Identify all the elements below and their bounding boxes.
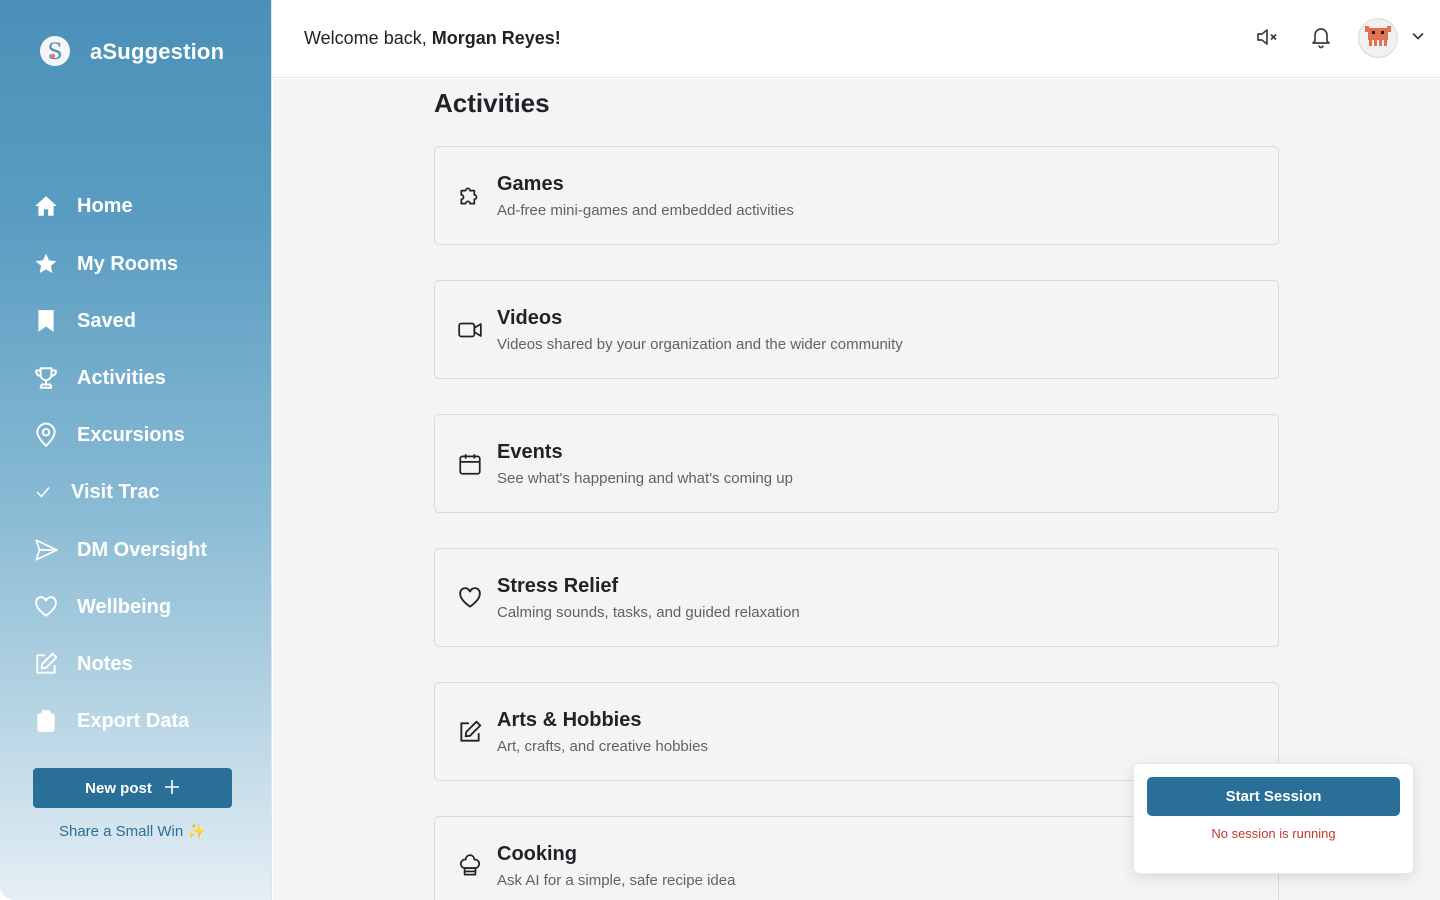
sidebar-item-export-data[interactable]: Export Data (33, 706, 189, 736)
card-title: Arts & Hobbies (497, 709, 642, 731)
sidebar-item-label: DM Oversight (77, 538, 208, 561)
app-name: aSuggestion (90, 39, 225, 64)
share-small-win-link[interactable]: Share a Small Win ✨ (0, 822, 265, 840)
bookmark-icon (33, 308, 59, 334)
svg-text:S: S (47, 40, 62, 65)
new-post-button[interactable]: New post (33, 768, 232, 808)
sidebar-item-label: Notes (77, 652, 133, 675)
new-post-label: New post (85, 779, 152, 797)
sidebar-item-saved[interactable]: Saved (33, 306, 136, 336)
sidebar-item-label: Wellbeing (77, 595, 172, 618)
card-title: Stress Relief (497, 575, 619, 597)
home-icon (33, 193, 59, 219)
account-menu-toggle[interactable] (1408, 26, 1428, 50)
activity-card-stress-relief[interactable]: Stress Relief Calming sounds, tasks, and… (434, 548, 1279, 647)
card-title: Videos (497, 307, 563, 329)
session-status: No session is running (1211, 826, 1336, 841)
card-title: Cooking (497, 843, 577, 865)
card-description: Ad-free mini-games and embedded activiti… (497, 202, 794, 219)
activity-card-videos[interactable]: Videos Videos shared by your organizatio… (434, 280, 1279, 379)
page-title: Activities (434, 88, 550, 118)
sidebar-item-excursions[interactable]: Excursions (33, 420, 185, 450)
heart-icon (457, 585, 483, 611)
session-panel: Start Session No session is running (1133, 763, 1414, 874)
start-session-button[interactable]: Start Session (1147, 777, 1400, 816)
trophy-icon (33, 365, 59, 391)
star-icon (33, 251, 59, 277)
pencil-icon (457, 719, 483, 745)
card-title: Events (497, 441, 563, 463)
check-icon (33, 479, 53, 505)
puzzle-icon (457, 183, 483, 209)
chef-hat-icon (457, 853, 483, 879)
sidebar-item-label: Export Data (77, 709, 190, 732)
mute-button[interactable] (1252, 24, 1282, 54)
sidebar-item-visit-trac[interactable]: Visit Trac (33, 477, 160, 507)
sidebar: S aSuggestion Home My Rooms Saved Activi… (0, 0, 272, 900)
sidebar-item-dm-oversight[interactable]: DM Oversight (33, 535, 207, 565)
app-logo-icon: S (36, 33, 74, 71)
card-description: Calming sounds, tasks, and guided relaxa… (497, 604, 800, 621)
sidebar-item-wellbeing[interactable]: Wellbeing (33, 592, 171, 622)
plus-icon (164, 777, 180, 799)
bell-icon (1309, 25, 1333, 54)
card-title: Games (497, 173, 564, 195)
volume-mute-icon (1255, 25, 1279, 54)
sidebar-item-label: Visit Trac (71, 480, 160, 503)
brand[interactable]: S aSuggestion (36, 33, 224, 71)
sidebar-item-label: Excursions (77, 423, 185, 446)
sidebar-item-notes[interactable]: Notes (33, 649, 133, 679)
sidebar-item-label: My Rooms (77, 252, 179, 275)
card-description: Art, crafts, and creative hobbies (497, 738, 708, 755)
heart-icon (33, 594, 59, 620)
sidebar-item-label: Activities (77, 366, 166, 389)
video-icon (457, 317, 483, 343)
sidebar-item-label: Saved (77, 309, 136, 332)
card-description: Videos shared by your organization and t… (497, 336, 903, 353)
sidebar-item-home[interactable]: Home (33, 191, 133, 221)
activity-card-games[interactable]: Games Ad-free mini-games and embedded ac… (434, 146, 1279, 245)
welcome-message: Welcome back, Morgan Reyes! (304, 28, 561, 49)
notifications-button[interactable] (1306, 24, 1336, 54)
edit-icon (33, 651, 59, 677)
activity-card-events[interactable]: Events See what's happening and what's c… (434, 414, 1279, 513)
sidebar-item-label: Home (77, 194, 133, 217)
top-bar: Welcome back, Morgan Reyes! (272, 0, 1440, 78)
chevron-down-icon (1410, 28, 1426, 49)
crab-avatar-icon (1363, 23, 1393, 54)
avatar[interactable] (1358, 18, 1398, 58)
welcome-prefix: Welcome back, (304, 28, 432, 48)
send-icon (33, 537, 59, 563)
card-description: Ask AI for a simple, safe recipe idea (497, 872, 736, 889)
sidebar-item-my-rooms[interactable]: My Rooms (33, 249, 178, 279)
card-description: See what's happening and what's coming u… (497, 470, 793, 487)
user-name: Morgan Reyes! (431, 28, 561, 48)
sidebar-item-activities[interactable]: Activities (33, 363, 166, 393)
map-pin-icon (33, 422, 59, 448)
clipboard-icon (33, 708, 59, 734)
calendar-icon (457, 451, 483, 477)
